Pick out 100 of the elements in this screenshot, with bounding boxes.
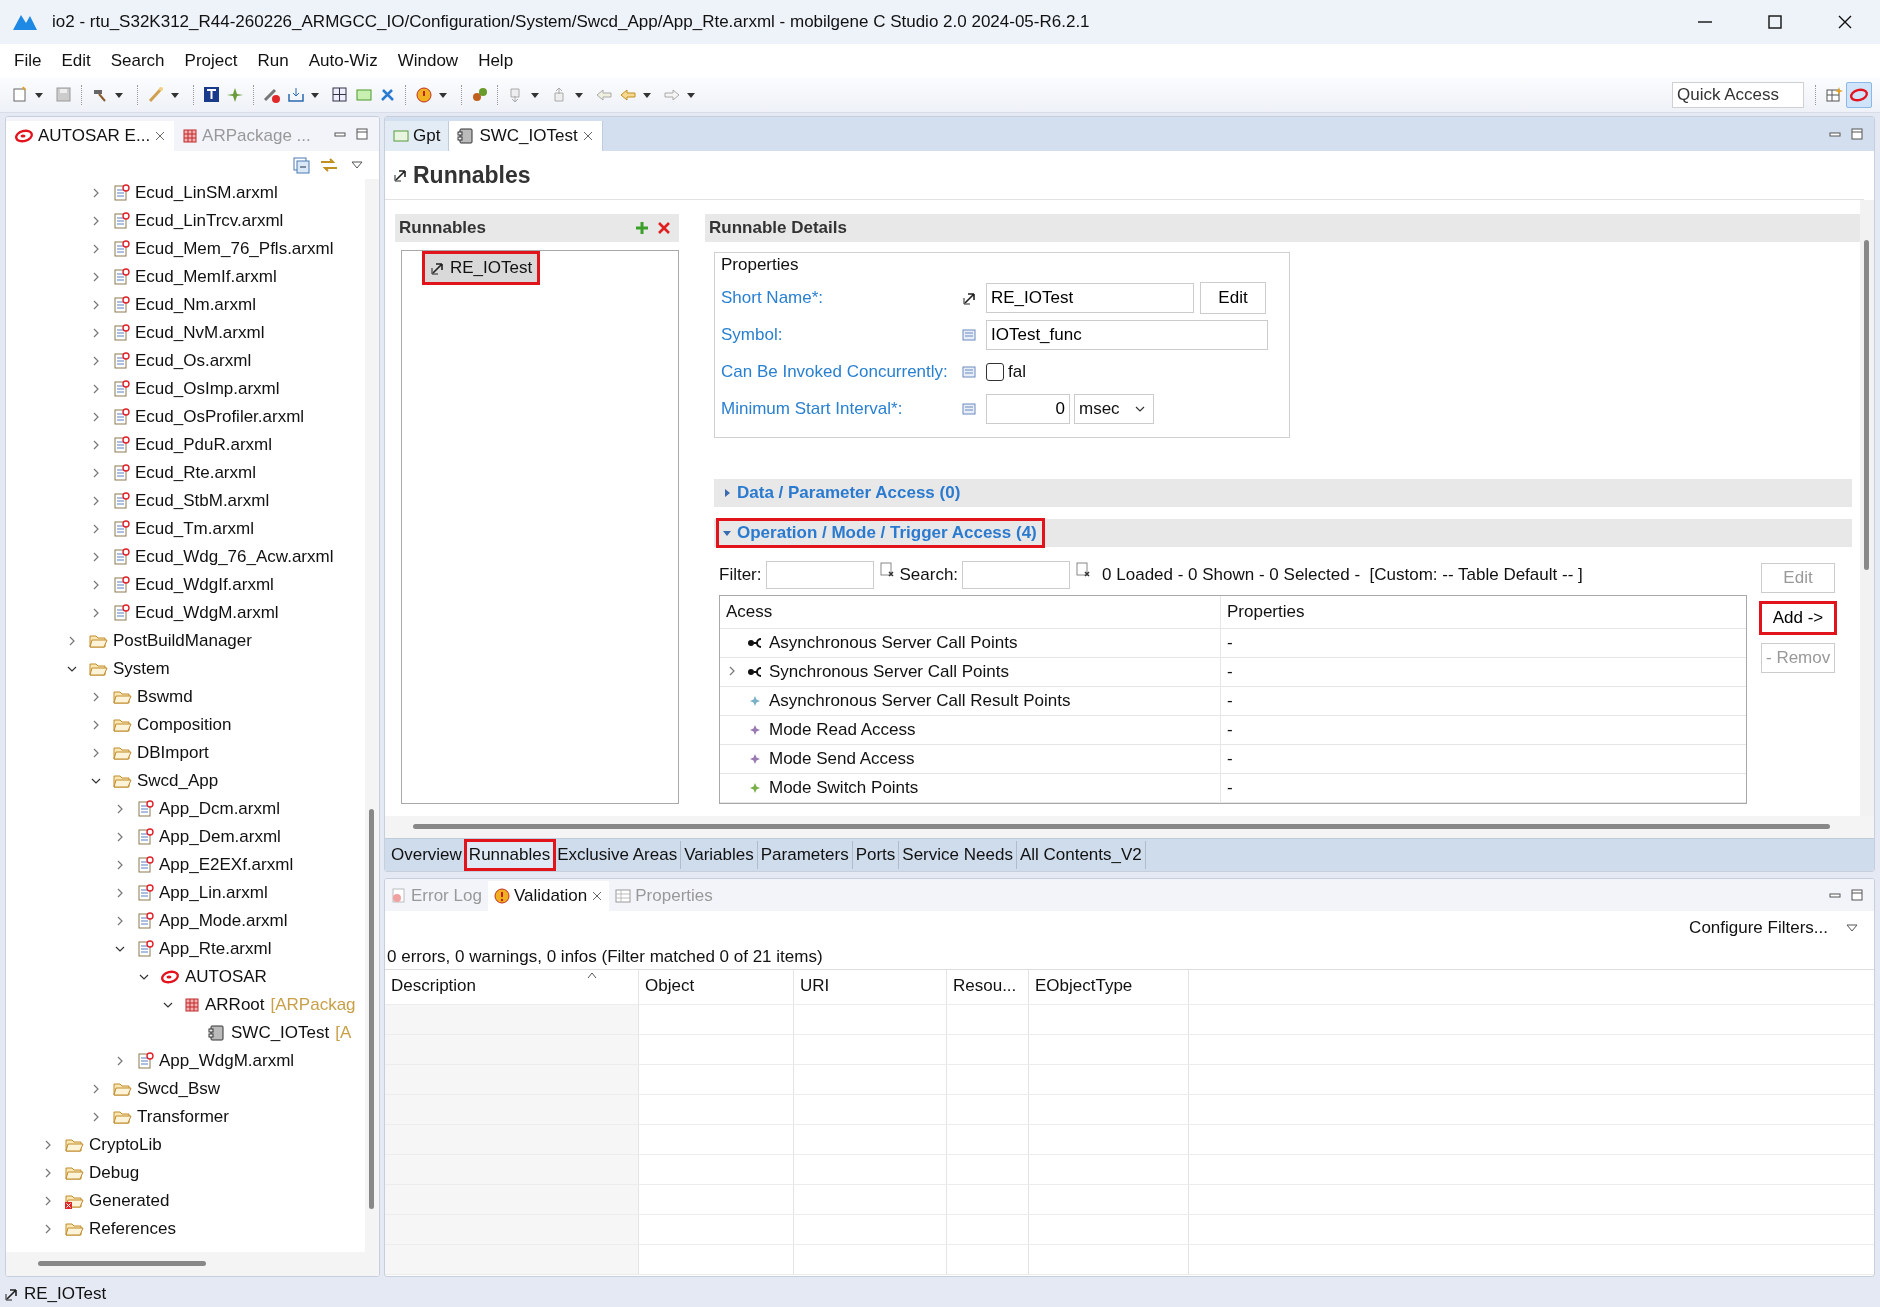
tree-item[interactable]: App_Lin.arxml xyxy=(6,879,365,907)
tree-item[interactable]: Ecud_WdgM.arxml xyxy=(6,599,365,627)
triangle-down-icon[interactable] xyxy=(722,528,732,538)
table-row[interactable]: Asynchronous Server Call Points - xyxy=(720,629,1746,658)
add-icon[interactable] xyxy=(635,221,649,235)
maximize-icon[interactable] xyxy=(1850,128,1864,140)
sort-caret-icon[interactable] xyxy=(586,970,599,980)
menu-item[interactable]: Window xyxy=(389,51,471,71)
column-header[interactable]: Properties xyxy=(1221,596,1305,628)
tree-item[interactable]: Ecud_PduR.arxml xyxy=(6,431,365,459)
tree-item[interactable]: Ecud_LinSM.arxml xyxy=(6,179,365,207)
close-icon[interactable] xyxy=(581,130,594,142)
tree-item[interactable]: Generated xyxy=(6,1187,365,1215)
filter-field[interactable] xyxy=(765,561,874,589)
tree-item[interactable]: Ecud_WdgIf.arxml xyxy=(6,571,365,599)
table-row[interactable]: Mode Read Access - xyxy=(720,716,1746,745)
tree-item[interactable]: DBImport xyxy=(6,739,365,767)
tree-item[interactable]: App_Dem.arxml xyxy=(6,823,365,851)
view-tab[interactable]: Validation xyxy=(487,881,610,911)
scrollbar-thumb[interactable] xyxy=(413,824,1830,829)
edit-button[interactable]: Edit xyxy=(1200,281,1266,314)
page-tab[interactable]: Exclusive Areas xyxy=(554,841,682,869)
maximize-icon[interactable] xyxy=(1850,889,1864,901)
tree-item[interactable]: App_E2EXf.arxml xyxy=(6,851,365,879)
ring-icon[interactable] xyxy=(1846,82,1872,108)
triangle-right-icon[interactable] xyxy=(722,488,732,498)
column-header[interactable]: Resou... xyxy=(947,970,1029,1004)
tree-item[interactable]: Bswmd xyxy=(6,683,365,711)
menu-item[interactable]: Edit xyxy=(53,51,103,71)
page-tab[interactable]: Ports xyxy=(852,841,900,869)
editor-tab[interactable]: SWC_IOTest xyxy=(449,121,603,151)
table-row[interactable]: Mode Switch Points - xyxy=(720,774,1746,803)
menu-item[interactable]: Help xyxy=(470,51,526,71)
close-icon[interactable] xyxy=(591,890,604,902)
maximize-icon[interactable] xyxy=(355,128,369,140)
configure-filters-link[interactable]: Configure Filters... xyxy=(1689,918,1828,938)
tree-item[interactable]: Ecud_NvM.arxml xyxy=(6,319,365,347)
tree-item[interactable]: Ecud_LinTrcv.arxml xyxy=(6,207,365,235)
scrollbar-thumb[interactable] xyxy=(1864,240,1869,570)
section-toggle[interactable]: Data / Parameter Access (0) xyxy=(718,480,967,506)
page-tab[interactable]: All Contents_V2 xyxy=(1016,841,1146,869)
tree-item[interactable]: Ecud_Rte.arxml xyxy=(6,459,365,487)
menu-item[interactable]: Run xyxy=(249,51,301,71)
tree-item[interactable]: System xyxy=(6,655,365,683)
tree-item[interactable]: App_Mode.arxml xyxy=(6,907,365,935)
list-item[interactable]: RE_IOTest xyxy=(424,253,539,283)
short-name-field[interactable]: RE_IOTest xyxy=(986,282,1194,313)
scrollbar-thumb[interactable] xyxy=(38,1261,206,1266)
menu-item[interactable]: File xyxy=(6,51,54,71)
tree-item-label[interactable]: ARRoot xyxy=(205,995,265,1015)
tree-item[interactable]: Swcd_Bsw xyxy=(6,1075,365,1103)
menu-item[interactable]: Search xyxy=(102,51,177,71)
page-tab[interactable]: Parameters xyxy=(757,841,853,869)
tree-item[interactable]: References xyxy=(6,1215,365,1243)
tree-item[interactable]: Ecud_OsProfiler.arxml xyxy=(6,403,365,431)
tree-item[interactable]: PostBuildManager xyxy=(6,627,365,655)
tree-item[interactable]: Ecud_Mem_76_Pfls.arxml xyxy=(6,235,365,263)
panel-tab[interactable]: AUTOSAR E... xyxy=(6,121,175,151)
tree-item[interactable]: Debug xyxy=(6,1159,365,1187)
tree-item[interactable]: Ecud_Wdg_76_Acw.arxml xyxy=(6,543,365,571)
page-tab[interactable]: Runnables xyxy=(465,841,555,869)
tree-item[interactable]: App_Rte.arxml xyxy=(6,935,365,963)
scrollbar-thumb[interactable] xyxy=(369,809,374,1209)
tree-item[interactable]: Ecud_StbM.arxml xyxy=(6,487,365,515)
quick-access-field[interactable]: Quick Access xyxy=(1672,82,1804,108)
tree-item[interactable]: Ecud_Nm.arxml xyxy=(6,291,365,319)
tree-item-label[interactable]: SWC_IOTest xyxy=(231,1023,330,1043)
symbol-field[interactable]: IOTest_func xyxy=(986,319,1268,350)
column-header[interactable]: EObjectType xyxy=(1029,970,1189,1004)
tree-item[interactable]: CryptoLib xyxy=(6,1131,365,1159)
tree-item[interactable]: Ecud_Tm.arxml xyxy=(6,515,365,543)
search-field[interactable] xyxy=(962,561,1071,589)
tree-item[interactable]: Composition xyxy=(6,711,365,739)
page-tab[interactable]: Variables xyxy=(681,841,758,869)
tree-item[interactable]: Swcd_App xyxy=(6,767,365,795)
column-header[interactable]: URI xyxy=(794,970,947,1004)
unit-dropdown[interactable]: msec xyxy=(1074,393,1154,424)
delete-icon[interactable] xyxy=(657,221,671,235)
section-toggle[interactable]: Operation / Mode / Trigger Access (4) xyxy=(718,520,1043,546)
checkbox[interactable] xyxy=(986,362,1004,381)
close-icon[interactable] xyxy=(154,130,167,142)
table-row[interactable]: Asynchronous Server Call Result Points - xyxy=(720,687,1746,716)
table-row[interactable]: Mode Send Access - xyxy=(720,745,1746,774)
side-button[interactable]: Add -> xyxy=(1761,603,1835,633)
editor-tab[interactable]: Gpt xyxy=(385,121,450,151)
column-header[interactable]: Object xyxy=(639,970,794,1004)
tree-item[interactable]: Ecud_OsImp.arxml xyxy=(6,375,365,403)
column-header[interactable]: Acess xyxy=(720,596,1221,628)
page-tab[interactable]: Service Needs xyxy=(899,841,1017,869)
tree-item[interactable]: App_WdgM.arxml xyxy=(6,1047,365,1075)
runnables-list[interactable]: RE_IOTest xyxy=(401,250,679,804)
tree-item[interactable]: App_Dcm.arxml xyxy=(6,795,365,823)
table-row[interactable]: Synchronous Server Call Points - xyxy=(720,658,1746,687)
tree-item[interactable]: AUTOSAR xyxy=(6,963,365,991)
interval-field[interactable]: 0 xyxy=(986,393,1070,424)
tree-item[interactable]: Transformer xyxy=(6,1103,365,1131)
menu-item[interactable]: Project xyxy=(176,51,250,71)
tree-item[interactable]: Ecud_Os.arxml xyxy=(6,347,365,375)
tree-item[interactable]: Ecud_MemIf.arxml xyxy=(6,263,365,291)
menu-item[interactable]: Auto-Wiz xyxy=(300,51,390,71)
